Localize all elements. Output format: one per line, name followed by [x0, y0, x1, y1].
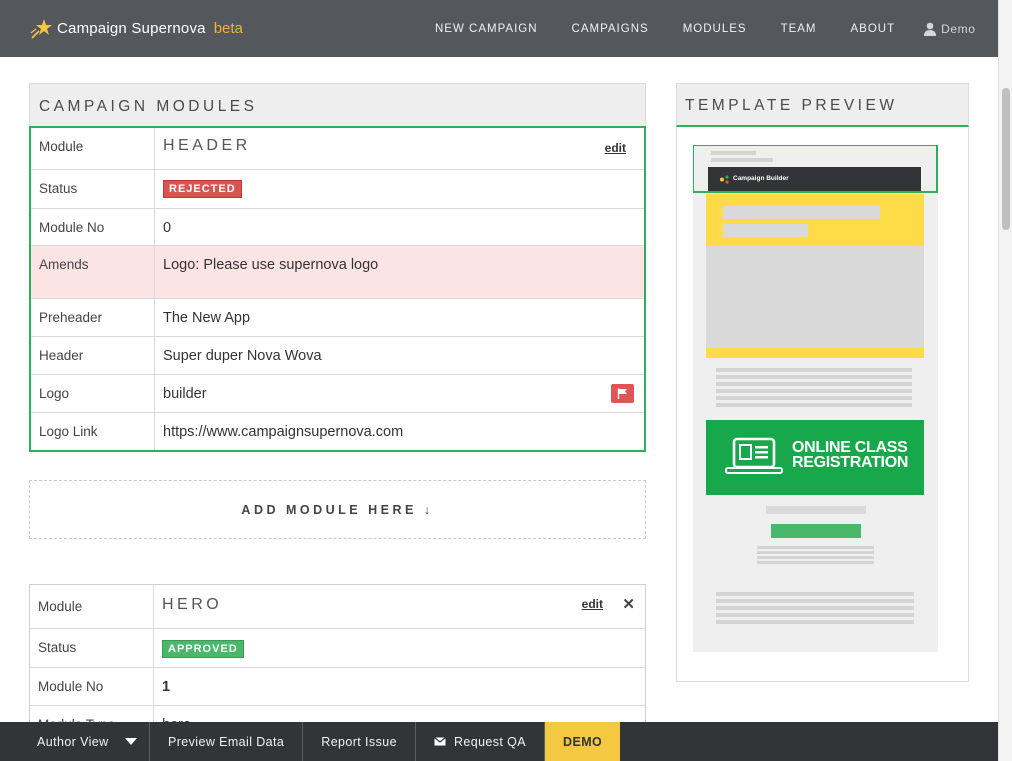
brand-beta-tag: beta — [213, 20, 243, 37]
row-label: Module No — [30, 668, 154, 705]
row-label: Status — [31, 170, 155, 208]
row-value: 1 — [162, 679, 171, 695]
edit-link[interactable]: edit — [582, 597, 603, 611]
nav-campaigns[interactable]: CAMPAIGNS — [555, 23, 666, 35]
table-row: Header Super duper Nova Wova — [31, 336, 644, 374]
request-qa-button[interactable]: Request QA — [416, 722, 546, 761]
bottom-toolbar: Author View Preview Email Data Report Is… — [0, 722, 998, 761]
row-label: Amends — [31, 246, 155, 298]
template-preview-header: TEMPLATE PREVIEW — [676, 83, 969, 127]
table-row: Status REJECTED — [31, 169, 644, 208]
header-module-table: Module HEADER edit Status REJECTED Modul… — [29, 126, 646, 452]
brand[interactable]: Campaign Supernova beta — [30, 18, 243, 40]
cta-line: ONLINE CLASS — [792, 439, 908, 456]
add-module-button[interactable]: ADD MODULE HERE ↓ — [29, 480, 646, 539]
nav-team[interactable]: TEAM — [764, 23, 834, 35]
table-row: Preheader The New App — [31, 298, 644, 336]
table-row: Module HEADER edit — [31, 128, 644, 169]
nav-about[interactable]: ABOUT — [834, 23, 913, 35]
nav-modules[interactable]: MODULES — [666, 23, 764, 35]
demo-badge[interactable]: DEMO — [545, 722, 621, 761]
shooting-star-icon — [30, 18, 52, 39]
row-label: Preheader — [31, 299, 155, 336]
row-value: Super duper Nova Wova — [163, 348, 322, 364]
table-row: Status APPROVED — [30, 628, 645, 667]
status-badge-rejected: REJECTED — [163, 180, 242, 198]
nav-new-campaign[interactable]: NEW CAMPAIGN — [418, 23, 555, 35]
edit-link[interactable]: edit — [605, 141, 626, 155]
email-cta-heading: ONLINE CLASS REGISTRATION — [792, 439, 909, 471]
campaign-modules-header: CAMPAIGN MODULES — [29, 83, 646, 127]
row-value: The New App — [163, 310, 251, 326]
row-value: https://www.campaignsupernova.com — [163, 424, 404, 440]
preview-email-data-button[interactable]: Preview Email Data — [150, 722, 304, 761]
user-icon — [924, 22, 937, 36]
status-badge-approved: APPROVED — [162, 640, 244, 658]
view-selector[interactable]: Author View — [0, 722, 150, 761]
row-label: Module No — [31, 209, 155, 245]
row-label: Module — [30, 585, 154, 628]
table-row: Module HERO edit ✕ — [30, 585, 645, 628]
top-navbar: Campaign Supernova beta NEW CAMPAIGN CAM… — [0, 0, 998, 57]
table-row: Module No 0 — [31, 208, 644, 245]
scrollbar-thumb[interactable] — [1002, 88, 1010, 230]
flag-button[interactable] — [611, 384, 634, 403]
row-label: Header — [31, 337, 155, 374]
table-row-amends: Amends Logo: Please use supernova logo — [31, 245, 644, 298]
flag-icon — [617, 388, 627, 399]
table-row: Module No 1 — [30, 667, 645, 705]
row-label: Module — [31, 128, 155, 169]
user-name: Demo — [941, 21, 976, 36]
module-name: HEADER — [163, 137, 251, 154]
user-menu[interactable]: Demo — [924, 22, 975, 36]
close-icon[interactable]: ✕ — [622, 595, 635, 613]
brand-name: Campaign Supernova — [57, 20, 206, 37]
template-preview-title: TEMPLATE PREVIEW — [685, 97, 898, 114]
table-row: Logo Link https://www.campaignsupernova.… — [31, 412, 644, 450]
row-label: Logo — [31, 375, 155, 412]
row-value: builder — [163, 386, 207, 402]
row-value: Logo: Please use supernova logo — [163, 257, 379, 273]
email-thumbnail[interactable] — [693, 145, 938, 652]
report-issue-button[interactable]: Report Issue — [303, 722, 416, 761]
row-label: Status — [30, 629, 154, 667]
view-selector-label: Author View — [37, 734, 109, 749]
row-label: Logo Link — [31, 413, 155, 450]
module-name: HERO — [162, 596, 223, 613]
caret-down-icon — [125, 737, 137, 745]
cta-line: REGISTRATION — [792, 454, 909, 471]
table-row: Logo builder — [31, 374, 644, 412]
row-value: 0 — [163, 220, 172, 236]
page-scrollbar[interactable] — [998, 0, 1012, 761]
email-brand-text: Campaign Builder — [733, 175, 789, 182]
hero-module-table: Module HERO edit ✕ Status APPROVED Modul… — [29, 584, 646, 724]
request-qa-label: Request QA — [453, 734, 527, 749]
campaign-modules-title: CAMPAIGN MODULES — [39, 98, 258, 115]
envelope-icon — [434, 737, 446, 746]
